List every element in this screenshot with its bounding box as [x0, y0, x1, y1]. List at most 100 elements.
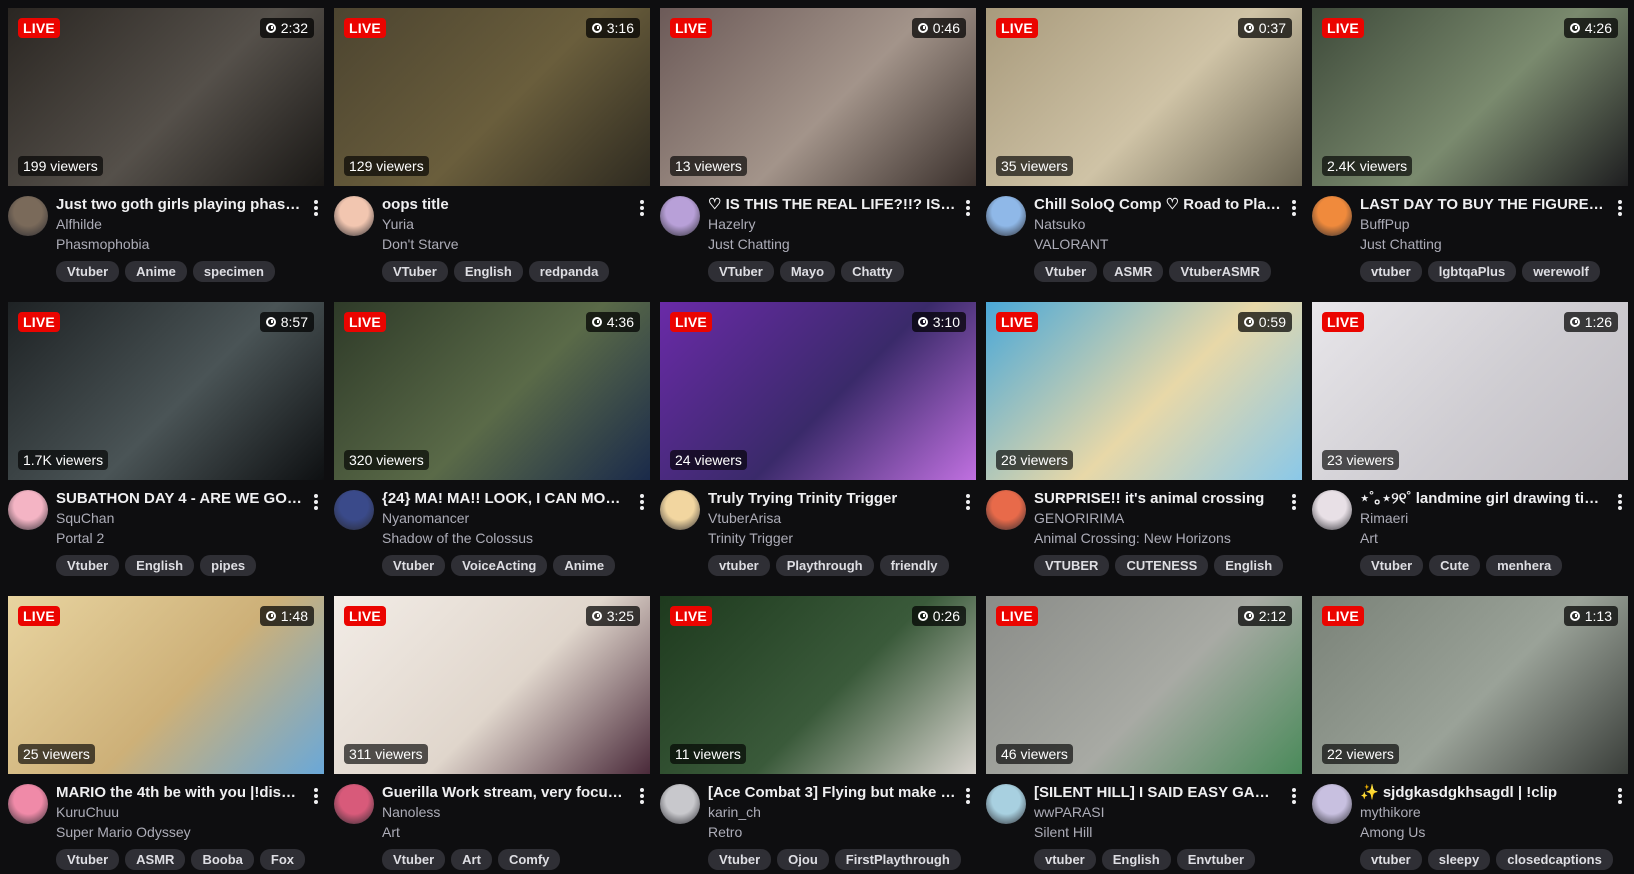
tag-pill[interactable]: Cute [1429, 555, 1481, 576]
tag-pill[interactable]: Mayo [779, 261, 836, 282]
tag-pill[interactable]: ASMR [1103, 261, 1164, 282]
tag-pill[interactable]: Vtuber [382, 555, 446, 576]
more-options-icon[interactable] [1616, 200, 1624, 216]
more-options-icon[interactable] [638, 788, 646, 804]
stream-thumbnail[interactable]: LIVE 3:16 129 viewers [334, 8, 650, 186]
stream-thumbnail[interactable]: LIVE 1:48 25 viewers [8, 596, 324, 774]
more-options-icon[interactable] [312, 494, 320, 510]
stream-title[interactable]: MARIO the 4th be with you |!disco... [56, 784, 304, 802]
channel-name[interactable]: VtuberArisa [708, 509, 956, 527]
more-options-icon[interactable] [638, 494, 646, 510]
stream-thumbnail[interactable]: LIVE 8:57 1.7K viewers [8, 302, 324, 480]
stream-title[interactable]: ⋆˚｡⋆୨୧˚ landmine girl drawing tim... [1360, 490, 1608, 508]
stream-thumbnail[interactable]: LIVE 3:25 311 viewers [334, 596, 650, 774]
more-options-icon[interactable] [1290, 494, 1298, 510]
stream-title[interactable]: [Ace Combat 3] Flying but make it... [708, 784, 956, 802]
tag-pill[interactable]: VTUBER [1034, 555, 1110, 576]
channel-name[interactable]: SquChan [56, 509, 304, 527]
avatar[interactable] [1312, 490, 1352, 530]
stream-card[interactable]: LIVE 4:26 2.4K viewers LAST DAY TO BUY T… [1312, 8, 1628, 282]
category-link[interactable]: Just Chatting [1360, 235, 1608, 253]
channel-name[interactable]: BuffPup [1360, 215, 1608, 233]
stream-title[interactable]: {24} MA! MA!! LOOK, I CAN MOVE... [382, 490, 630, 508]
more-options-icon[interactable] [1616, 494, 1624, 510]
tag-pill[interactable]: vtuber [1360, 261, 1422, 282]
more-options-icon[interactable] [964, 494, 972, 510]
tag-pill[interactable]: Playthrough [775, 555, 874, 576]
avatar[interactable] [986, 490, 1026, 530]
avatar[interactable] [8, 196, 48, 236]
tag-pill[interactable]: Comfy [497, 849, 561, 870]
stream-thumbnail[interactable]: LIVE 0:59 28 viewers [986, 302, 1302, 480]
stream-card[interactable]: LIVE 2:32 199 viewers Just two goth girl… [8, 8, 324, 282]
stream-title[interactable]: ✨ sjdgkasdgkhsagdl | !clip [1360, 784, 1608, 802]
more-options-icon[interactable] [1290, 788, 1298, 804]
tag-pill[interactable]: Vtuber [382, 849, 446, 870]
channel-name[interactable]: KuruChuu [56, 803, 304, 821]
stream-card[interactable]: LIVE 0:46 13 viewers ♡ IS THIS THE REAL … [660, 8, 976, 282]
tag-pill[interactable]: menhera [1486, 555, 1563, 576]
category-link[interactable]: Silent Hill [1034, 823, 1282, 841]
stream-thumbnail[interactable]: LIVE 1:26 23 viewers [1312, 302, 1628, 480]
channel-name[interactable]: Natsuko [1034, 215, 1282, 233]
tag-pill[interactable]: Envtuber [1176, 849, 1256, 870]
avatar[interactable] [986, 196, 1026, 236]
stream-thumbnail[interactable]: LIVE 2:12 46 viewers [986, 596, 1302, 774]
stream-card[interactable]: LIVE 1:26 23 viewers ⋆˚｡⋆୨୧˚ landmine gi… [1312, 302, 1628, 576]
channel-name[interactable]: Rimaeri [1360, 509, 1608, 527]
tag-pill[interactable]: werewolf [1522, 261, 1600, 282]
tag-pill[interactable]: friendly [879, 555, 949, 576]
stream-card[interactable]: LIVE 4:36 320 viewers {24} MA! MA!! LOOK… [334, 302, 650, 576]
tag-pill[interactable]: Fox [259, 849, 306, 870]
stream-title[interactable]: LAST DAY TO BUY THE FIGURE!!! ... [1360, 196, 1608, 214]
stream-title[interactable]: [SILENT HILL] I SAID EASY GAME ... [1034, 784, 1282, 802]
stream-card[interactable]: LIVE 1:48 25 viewers MARIO the 4th be wi… [8, 596, 324, 870]
stream-thumbnail[interactable]: LIVE 0:26 11 viewers [660, 596, 976, 774]
stream-card[interactable]: LIVE 0:26 11 viewers [Ace Combat 3] Flyi… [660, 596, 976, 870]
category-link[interactable]: Art [382, 823, 630, 841]
tag-pill[interactable]: Vtuber [56, 849, 120, 870]
stream-card[interactable]: LIVE 3:10 24 viewers Truly Trying Trinit… [660, 302, 976, 576]
avatar[interactable] [334, 196, 374, 236]
stream-title[interactable]: SUBATHON DAY 4 - ARE WE GOIN... [56, 490, 304, 508]
stream-card[interactable]: LIVE 3:25 311 viewers Guerilla Work stre… [334, 596, 650, 870]
stream-thumbnail[interactable]: LIVE 2:32 199 viewers [8, 8, 324, 186]
tag-pill[interactable]: redpanda [528, 261, 610, 282]
avatar[interactable] [1312, 784, 1352, 824]
tag-pill[interactable]: VoiceActing [451, 555, 548, 576]
category-link[interactable]: Retro [708, 823, 956, 841]
tag-pill[interactable]: vtuber [708, 555, 770, 576]
avatar[interactable] [660, 784, 700, 824]
avatar[interactable] [660, 490, 700, 530]
category-link[interactable]: Phasmophobia [56, 235, 304, 253]
channel-name[interactable]: Nyanomancer [382, 509, 630, 527]
channel-name[interactable]: wwPARASI [1034, 803, 1282, 821]
more-options-icon[interactable] [312, 788, 320, 804]
tag-pill[interactable]: Ojou [777, 849, 829, 870]
more-options-icon[interactable] [964, 788, 972, 804]
tag-pill[interactable]: vtuber [1034, 849, 1096, 870]
stream-card[interactable]: LIVE 3:16 129 viewers oops title Yuria D… [334, 8, 650, 282]
avatar[interactable] [8, 490, 48, 530]
channel-name[interactable]: karin_ch [708, 803, 956, 821]
avatar[interactable] [334, 490, 374, 530]
more-options-icon[interactable] [638, 200, 646, 216]
category-link[interactable]: Animal Crossing: New Horizons [1034, 529, 1282, 547]
more-options-icon[interactable] [1290, 200, 1298, 216]
tag-pill[interactable]: English [453, 261, 523, 282]
channel-name[interactable]: Yuria [382, 215, 630, 233]
tag-pill[interactable]: English [1214, 555, 1284, 576]
avatar[interactable] [986, 784, 1026, 824]
stream-card[interactable]: LIVE 0:59 28 viewers SURPRISE!! it's ani… [986, 302, 1302, 576]
stream-thumbnail[interactable]: LIVE 4:36 320 viewers [334, 302, 650, 480]
channel-name[interactable]: Hazelry [708, 215, 956, 233]
tag-pill[interactable]: Art [451, 849, 492, 870]
stream-title[interactable]: Truly Trying Trinity Trigger [708, 490, 956, 508]
category-link[interactable]: VALORANT [1034, 235, 1282, 253]
tag-pill[interactable]: English [1101, 849, 1171, 870]
stream-title[interactable]: Guerilla Work stream, very focus ... [382, 784, 630, 802]
stream-thumbnail[interactable]: LIVE 1:13 22 viewers [1312, 596, 1628, 774]
tag-pill[interactable]: VTuber [382, 261, 448, 282]
tag-pill[interactable]: ASMR [125, 849, 186, 870]
tag-pill[interactable]: specimen [192, 261, 275, 282]
